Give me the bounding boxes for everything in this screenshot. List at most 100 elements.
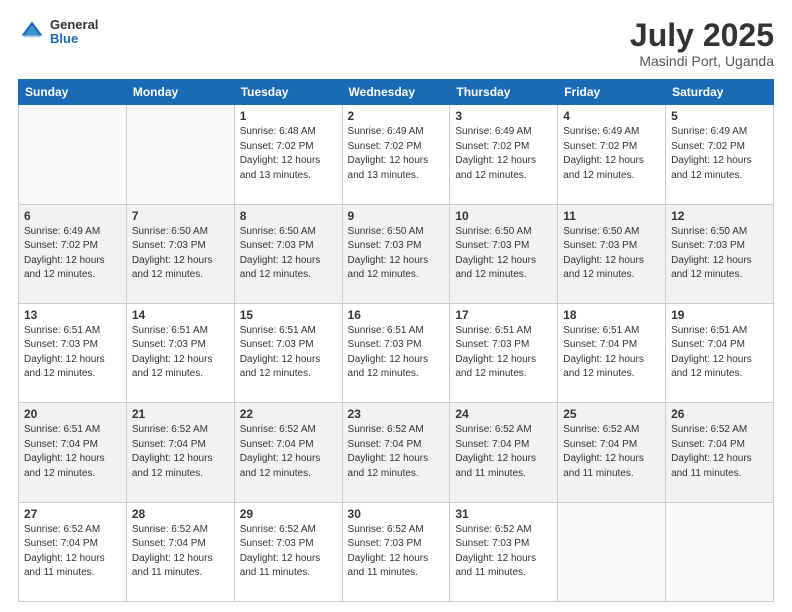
table-row: 19 Sunrise: 6:51 AM Sunset: 7:04 PM Dayli… [666,303,774,402]
table-row: 11 Sunrise: 6:50 AM Sunset: 7:03 PM Dayli… [558,204,666,303]
day-number: 17 [455,308,552,322]
table-row: 26Sunrise: 6:52 AM Sunset: 7:04 PM Dayli… [666,403,774,502]
table-row: 5Sunrise: 6:49 AM Sunset: 7:02 PM Daylig… [666,105,774,204]
day-info: Sunrise: 6:52 AM Sunset: 7:04 PM Dayligh… [563,423,660,481]
day-info: Sunrise: 6:50 AM Sunset: 7:03 PM Dayligh… [671,225,768,283]
day-number: 16 [348,308,445,322]
day-info: Sunrise: 6:49 AM Sunset: 7:02 PM Dayligh… [671,125,768,183]
table-row: 6 Sunrise: 6:49 AM Sunset: 7:02 PM Daylig… [19,204,127,303]
day-number: 27 [24,507,121,521]
table-row: 18 Sunrise: 6:51 AM Sunset: 7:04 PM Dayli… [558,303,666,402]
day-info: Sunrise: 6:51 AM Sunset: 7:04 PM Dayligh… [24,423,121,481]
table-row: 16 Sunrise: 6:51 AM Sunset: 7:03 PM Dayli… [342,303,450,402]
day-info: Sunrise: 6:52 AM Sunset: 7:03 PM Dayligh… [240,523,337,581]
table-row: 24 Sunrise: 6:52 AM Sunset: 7:04 PM Dayli… [450,403,558,502]
logo-icon [18,18,46,46]
table-row: 10 Sunrise: 6:50 AM Sunset: 7:03 PM Dayli… [450,204,558,303]
table-row: 7 Sunrise: 6:50 AM Sunset: 7:03 PM Daylig… [126,204,234,303]
col-wednesday: Wednesday [342,80,450,105]
day-info: Sunrise: 6:52 AM Sunset: 7:04 PM Dayligh… [455,423,552,481]
day-info: Sunrise: 6:52 AM Sunset: 7:04 PM Dayligh… [24,523,121,581]
table-row [19,105,127,204]
table-row: 22 Sunrise: 6:52 AM Sunset: 7:04 PM Dayli… [234,403,342,502]
day-info: Sunrise: 6:50 AM Sunset: 7:03 PM Dayligh… [240,225,337,283]
day-info: Sunrise: 6:51 AM Sunset: 7:03 PM Dayligh… [24,324,121,382]
day-number: 6 [24,209,121,223]
table-row [558,502,666,601]
col-thursday: Thursday [450,80,558,105]
logo-blue-label: Blue [50,32,98,46]
col-friday: Friday [558,80,666,105]
day-number: 1 [240,109,337,123]
table-row: 1 Sunrise: 6:48 AM Sunset: 7:02 PM Daylig… [234,105,342,204]
table-row: 30Sunrise: 6:52 AM Sunset: 7:03 PM Dayli… [342,502,450,601]
day-number: 31 [455,507,552,521]
day-number: 19 [671,308,768,322]
logo-general-label: General [50,18,98,32]
table-row: 28 Sunrise: 6:52 AM Sunset: 7:04 PM Dayli… [126,502,234,601]
header-row: Sunday Monday Tuesday Wednesday Thursday… [19,80,774,105]
day-info: Sunrise: 6:52 AM Sunset: 7:04 PM Dayligh… [132,523,229,581]
day-info: Sunrise: 6:52 AM Sunset: 7:04 PM Dayligh… [240,423,337,481]
day-info: Sunrise: 6:50 AM Sunset: 7:03 PM Dayligh… [132,225,229,283]
day-number: 8 [240,209,337,223]
table-row [126,105,234,204]
col-saturday: Saturday [666,80,774,105]
table-row: 2 Sunrise: 6:49 AM Sunset: 7:02 PM Daylig… [342,105,450,204]
table-row: 15 Sunrise: 6:51 AM Sunset: 7:03 PM Dayli… [234,303,342,402]
day-info: Sunrise: 6:51 AM Sunset: 7:03 PM Dayligh… [240,324,337,382]
day-number: 2 [348,109,445,123]
table-row: 31 Sunrise: 6:52 AM Sunset: 7:03 PM Dayli… [450,502,558,601]
table-row: 17 Sunrise: 6:51 AM Sunset: 7:03 PM Dayli… [450,303,558,402]
day-number: 3 [455,109,552,123]
title-block: July 2025 Masindi Port, Uganda [630,18,774,69]
day-info: Sunrise: 6:51 AM Sunset: 7:03 PM Dayligh… [348,324,445,382]
day-number: 15 [240,308,337,322]
day-number: 30 [348,507,445,521]
col-monday: Monday [126,80,234,105]
day-number: 13 [24,308,121,322]
day-info: Sunrise: 6:49 AM Sunset: 7:02 PM Dayligh… [455,125,552,183]
day-number: 22 [240,407,337,421]
day-number: 10 [455,209,552,223]
day-info: Sunrise: 6:48 AM Sunset: 7:02 PM Dayligh… [240,125,337,183]
col-tuesday: Tuesday [234,80,342,105]
day-number: 23 [348,407,445,421]
day-number: 29 [240,507,337,521]
day-info: Sunrise: 6:52 AM Sunset: 7:03 PM Dayligh… [455,523,552,581]
day-number: 18 [563,308,660,322]
day-info: Sunrise: 6:49 AM Sunset: 7:02 PM Dayligh… [348,125,445,183]
col-sunday: Sunday [19,80,127,105]
day-number: 14 [132,308,229,322]
day-number: 7 [132,209,229,223]
day-info: Sunrise: 6:52 AM Sunset: 7:04 PM Dayligh… [348,423,445,481]
calendar-table: Sunday Monday Tuesday Wednesday Thursday… [18,79,774,602]
day-info: Sunrise: 6:50 AM Sunset: 7:03 PM Dayligh… [455,225,552,283]
day-info: Sunrise: 6:50 AM Sunset: 7:03 PM Dayligh… [348,225,445,283]
table-row: 12 Sunrise: 6:50 AM Sunset: 7:03 PM Dayli… [666,204,774,303]
table-row: 13 Sunrise: 6:51 AM Sunset: 7:03 PM Dayli… [19,303,127,402]
day-info: Sunrise: 6:51 AM Sunset: 7:04 PM Dayligh… [563,324,660,382]
page: General Blue July 2025 Masindi Port, Uga… [0,0,792,612]
table-row: 29 Sunrise: 6:52 AM Sunset: 7:03 PM Dayli… [234,502,342,601]
day-info: Sunrise: 6:51 AM Sunset: 7:03 PM Dayligh… [455,324,552,382]
day-info: Sunrise: 6:49 AM Sunset: 7:02 PM Dayligh… [24,225,121,283]
table-row: 3 Sunrise: 6:49 AM Sunset: 7:02 PM Daylig… [450,105,558,204]
day-number: 20 [24,407,121,421]
day-info: Sunrise: 6:50 AM Sunset: 7:03 PM Dayligh… [563,225,660,283]
table-row: 8 Sunrise: 6:50 AM Sunset: 7:03 PM Daylig… [234,204,342,303]
day-number: 12 [671,209,768,223]
table-row: 9Sunrise: 6:50 AM Sunset: 7:03 PM Daylig… [342,204,450,303]
table-row: 25 Sunrise: 6:52 AM Sunset: 7:04 PM Dayli… [558,403,666,502]
day-number: 25 [563,407,660,421]
table-row [666,502,774,601]
day-number: 28 [132,507,229,521]
day-number: 26 [671,407,768,421]
day-number: 11 [563,209,660,223]
day-info: Sunrise: 6:49 AM Sunset: 7:02 PM Dayligh… [563,125,660,183]
table-row: 14Sunrise: 6:51 AM Sunset: 7:03 PM Dayli… [126,303,234,402]
table-row: 23 Sunrise: 6:52 AM Sunset: 7:04 PM Dayli… [342,403,450,502]
day-info: Sunrise: 6:51 AM Sunset: 7:04 PM Dayligh… [671,324,768,382]
header: General Blue July 2025 Masindi Port, Uga… [18,18,774,69]
day-number: 24 [455,407,552,421]
